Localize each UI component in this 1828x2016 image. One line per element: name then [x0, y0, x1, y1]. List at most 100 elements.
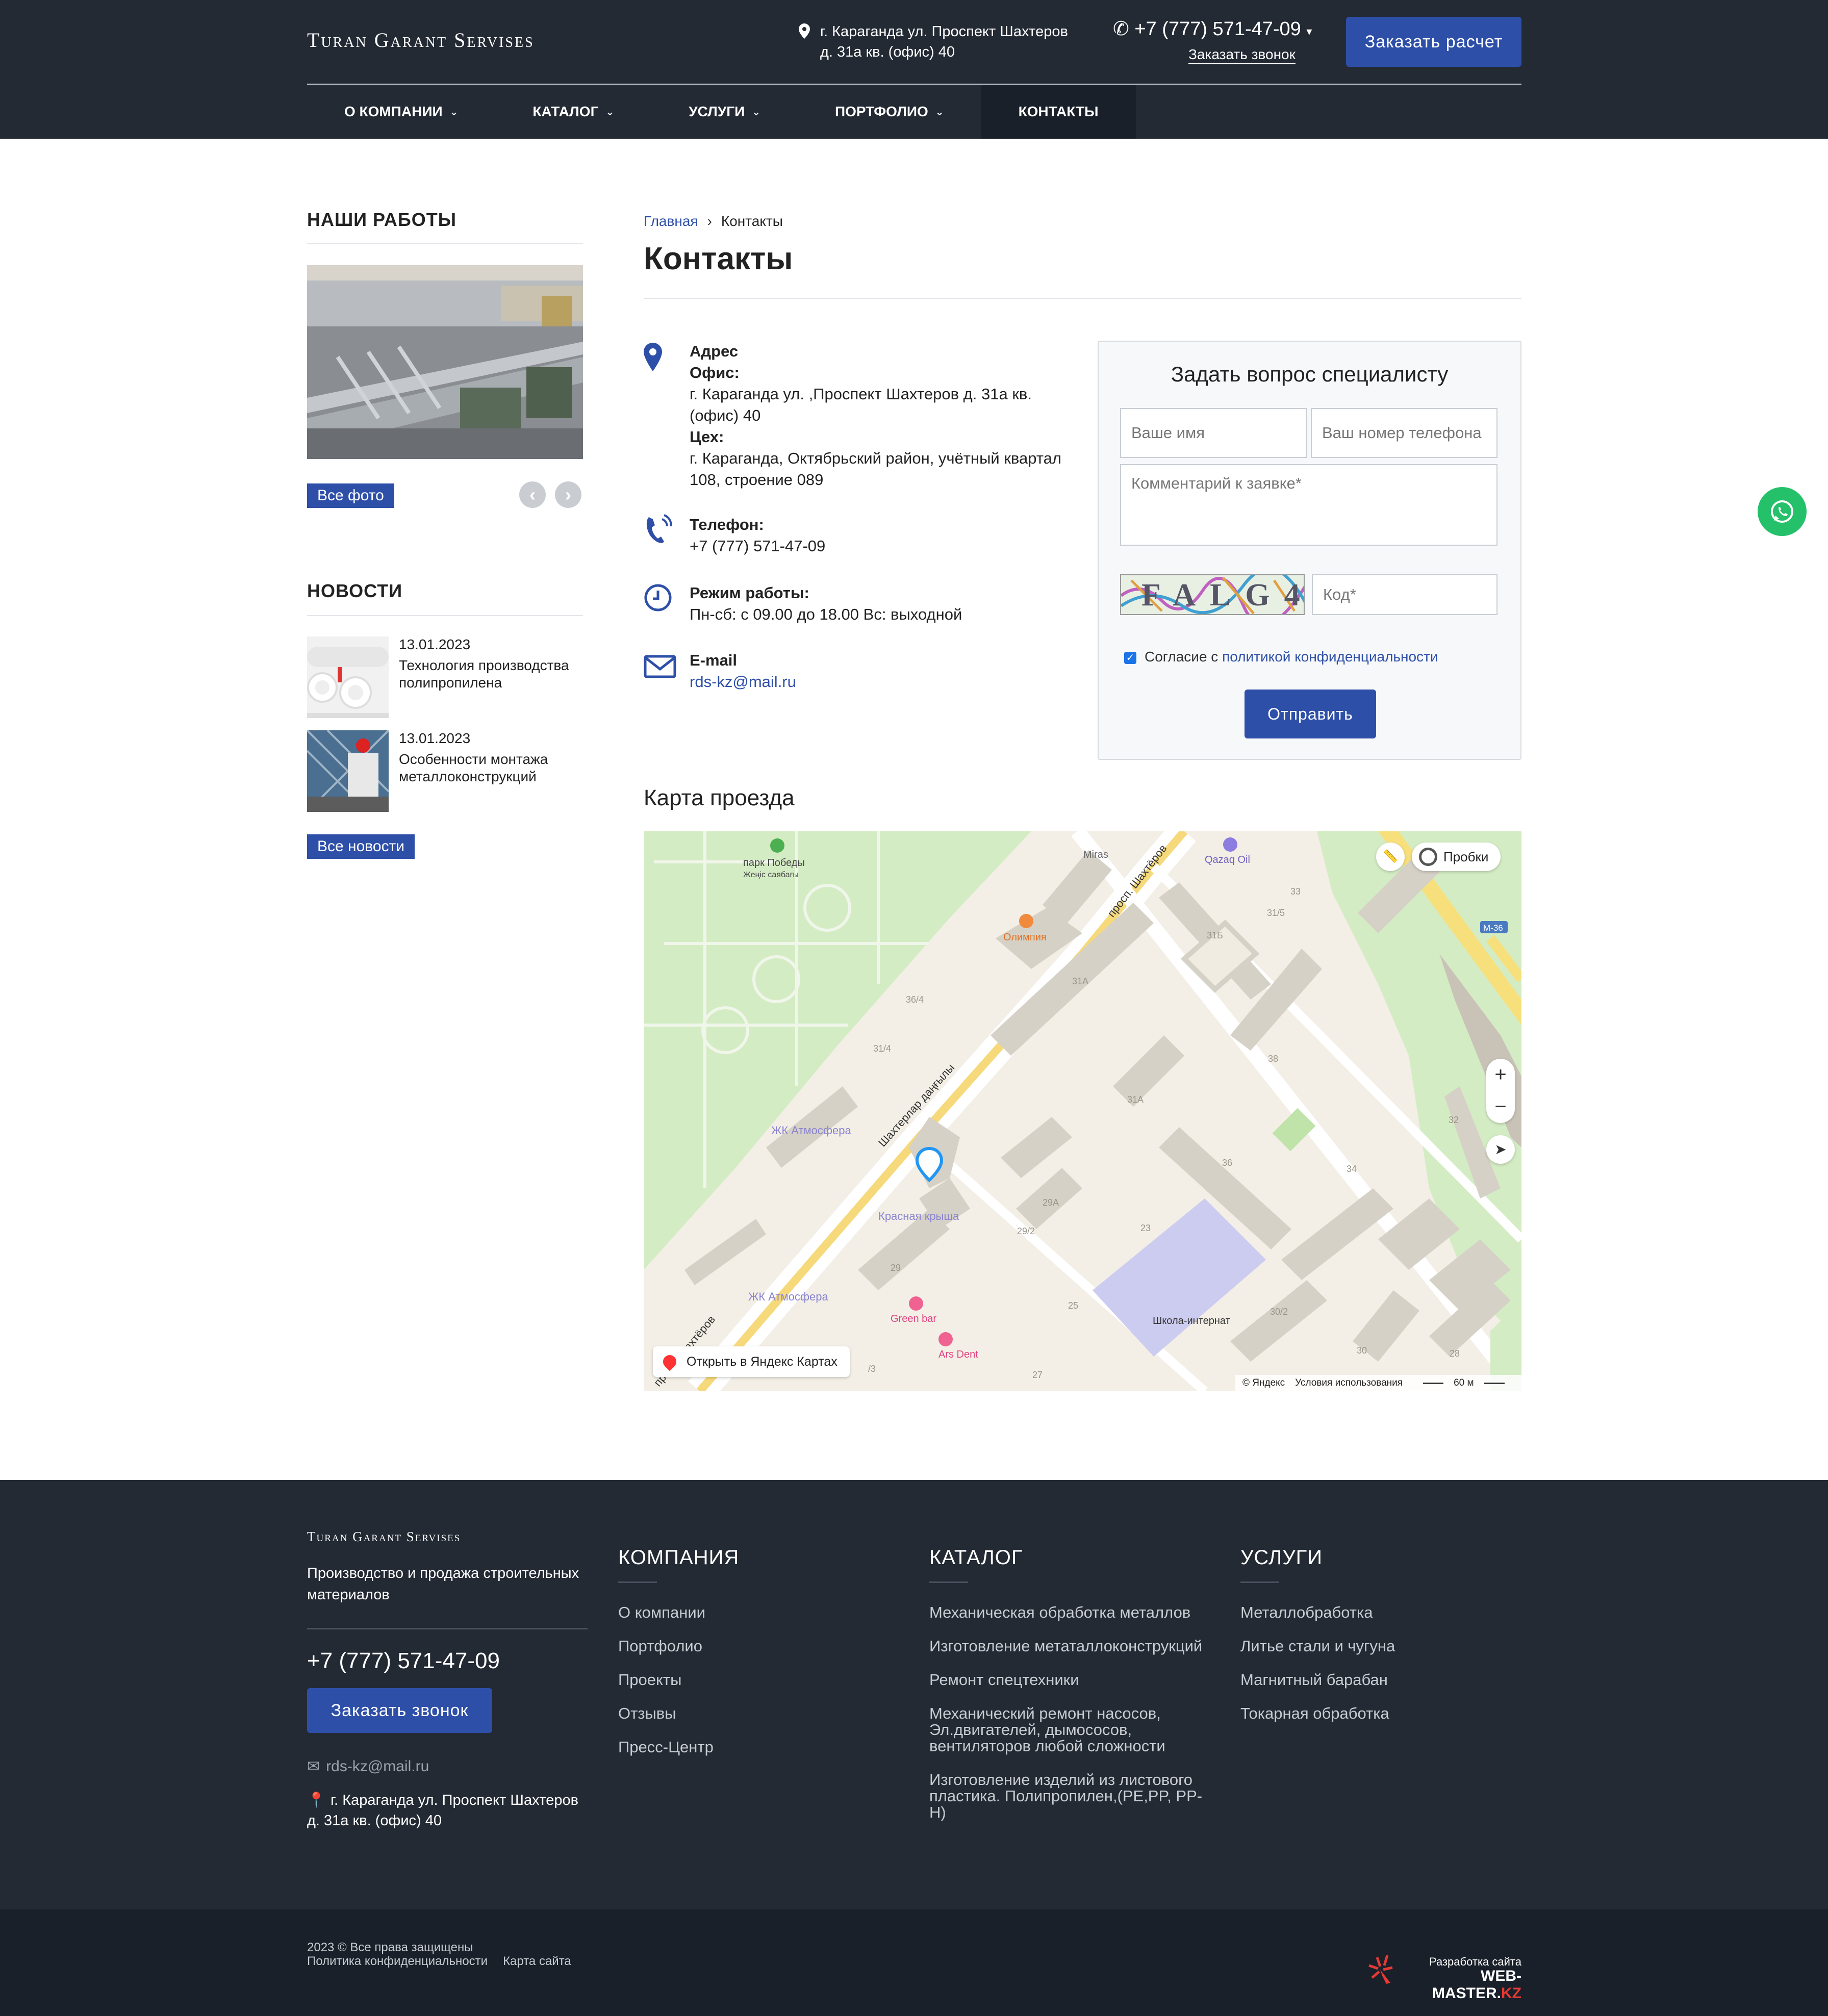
footer-logo[interactable]: Turan Garant Servises [307, 1529, 461, 1545]
privacy-link[interactable]: политикой конфиденциальности [1222, 649, 1438, 665]
privacy-policy-link[interactable]: Политика конфиденциальности [307, 1954, 488, 1968]
map-label: Олимпия [1003, 932, 1047, 943]
bottom-links: Политика конфиденциальности Карта сайта [307, 1954, 587, 1969]
footer-address: 📍 г. Караганда ул. Проспект Шахтеров д. 3… [307, 1792, 579, 1829]
footer-email[interactable]: ✉ rds-kz@mail.ru [307, 1757, 429, 1775]
consent-checkbox[interactable]: ✓ [1124, 651, 1136, 664]
open-yandex-button[interactable]: Открыть в Яндекс Картах [653, 1346, 850, 1377]
nav-catalog[interactable]: КАТАЛОГ ⌄ [495, 85, 651, 139]
map-pin-icon: 📍 [307, 1792, 326, 1808]
map-label: Ars Dent [938, 1349, 978, 1360]
svg-text:29/2: 29/2 [1017, 1226, 1035, 1236]
footer-link[interactable]: Отзывы [618, 1705, 739, 1722]
map-label: Красная крыша [878, 1210, 959, 1222]
prev-arrow-icon[interactable]: ‹ [519, 481, 546, 508]
breadcrumb-home[interactable]: Главная [644, 213, 698, 229]
site-header: Turan Garant Servises г. Караганда ул. П… [0, 0, 1828, 139]
svg-text:31А: 31А [1072, 976, 1088, 986]
envelope-icon: ✉ [307, 1758, 320, 1775]
chevron-right-icon: › [707, 213, 712, 229]
map-label: М-36 [1483, 923, 1503, 933]
captcha-code-input[interactable]: Код* [1312, 574, 1497, 615]
nav-services[interactable]: УСЛУГИ ⌄ [651, 85, 798, 139]
submit-button[interactable]: Отправить [1245, 690, 1376, 738]
web-master-logo-icon [1368, 1955, 1393, 1984]
contact-phone[interactable]: +7 (777) 571-47-09 [690, 535, 1077, 557]
footer-link[interactable]: Механический ремонт насосов, Эл.двигател… [929, 1705, 1215, 1754]
geolocation-icon[interactable]: ➤ [1486, 1135, 1515, 1164]
next-arrow-icon[interactable]: › [555, 481, 581, 508]
nav-about[interactable]: О КОМПАНИИ ⌄ [307, 85, 495, 139]
site-footer: Turan Garant Servises Производство и про… [0, 1480, 1828, 1909]
title-divider [644, 298, 1521, 299]
sitemap-link[interactable]: Карта сайта [503, 1954, 571, 1968]
svg-text:30: 30 [1357, 1345, 1367, 1356]
footer-link[interactable]: Проекты [618, 1672, 739, 1688]
footer-link[interactable]: Магнитный барабан [1240, 1672, 1395, 1688]
nav-portfolio[interactable]: ПОРТФОЛИО ⌄ [798, 85, 981, 139]
traffic-button[interactable]: Пробки [1412, 843, 1501, 871]
svg-text:30/2: 30/2 [1270, 1307, 1288, 1317]
news-thumb [307, 636, 389, 718]
zoom-out-icon[interactable]: − [1486, 1091, 1515, 1123]
yandex-map[interactable]: парк Победы Жеңіс саябағы Miras Qazaq Oi… [644, 831, 1521, 1391]
zoom-in-icon[interactable]: + [1486, 1059, 1515, 1091]
name-input[interactable]: Ваше имя [1120, 408, 1307, 458]
footer-link[interactable]: Изготовление метаталлоконструкций [929, 1638, 1215, 1654]
footer-link[interactable]: Изготовление изделий из листового пласти… [929, 1772, 1215, 1821]
footer-link[interactable]: О компании [618, 1604, 739, 1621]
all-news-button[interactable]: Все новости [307, 834, 415, 859]
map-title: Карта проезда [644, 785, 795, 810]
works-divider [307, 243, 583, 244]
footer-services-column: УСЛУГИ Металлобработка Литье стали и чуг… [1240, 1546, 1395, 1722]
footer-link[interactable]: Токарная обработка [1240, 1705, 1395, 1722]
footer-link[interactable]: Металлобработка [1240, 1604, 1395, 1621]
map-label: Green bar [891, 1313, 936, 1324]
clock-icon [644, 584, 672, 611]
whatsapp-button[interactable] [1758, 487, 1807, 536]
contact-email-link[interactable]: rds-kz@mail.ru [690, 671, 1077, 693]
footer-callback-button[interactable]: Заказать звонок [307, 1688, 492, 1733]
svg-text:32: 32 [1449, 1115, 1459, 1125]
footer-link[interactable]: Механическая обработка металлов [929, 1604, 1215, 1621]
nav-contacts[interactable]: КОНТАКТЫ [981, 85, 1136, 139]
map-label: парк Победы [743, 857, 805, 869]
site-logo[interactable]: Turan Garant Servises [307, 28, 535, 52]
developer-label: Разработка сайта [1429, 1955, 1521, 1968]
traffic-icon [1419, 848, 1437, 866]
footer-company-column: КОМПАНИЯ О компании Портфолио Проекты От… [618, 1546, 740, 1756]
map-label: Жеңіс саябағы [743, 871, 799, 879]
footer-phone[interactable]: +7 (777) 571-47-09 [307, 1648, 500, 1674]
zoom-controls: + − [1486, 1059, 1515, 1123]
news-title: НОВОСТИ [307, 580, 403, 601]
workshop-image [307, 265, 583, 459]
works-photo[interactable] [307, 265, 583, 459]
footer-link[interactable]: Пресс-Центр [618, 1739, 739, 1755]
chevron-down-icon: ⌄ [449, 106, 459, 118]
footer-link[interactable]: Литье стали и чугуна [1240, 1638, 1395, 1654]
header-callback-link[interactable]: Заказать звонок [1188, 46, 1296, 64]
svg-text:29: 29 [891, 1263, 901, 1273]
developer-link[interactable]: WEB-MASTER.KZ [1398, 1968, 1521, 2002]
breadcrumb: Главная › Контакты [644, 213, 783, 229]
header-phone[interactable]: ✆ +7 (777) 571-47-09 ▾ [1113, 17, 1312, 40]
news-item[interactable]: 13.01.2023 Технология производства полип… [307, 636, 583, 718]
phone-icon [646, 514, 672, 543]
footer-link[interactable]: Ремонт спецтехники [929, 1672, 1215, 1688]
copyright: 2023 © Все права защищены [307, 1941, 473, 1954]
page-title: Контакты [644, 241, 793, 276]
map-label: Miras [1083, 849, 1108, 860]
svg-text:28: 28 [1450, 1348, 1460, 1359]
hours-block: Режим работы: Пн-сб: с 09.00 до 18.00 Вс… [644, 582, 1077, 625]
ruler-icon[interactable]: 📏 [1376, 843, 1405, 871]
phone-input[interactable]: Ваш номер телефона [1311, 408, 1497, 458]
map-terms-link[interactable]: Условия использования [1295, 1377, 1403, 1389]
address-block: Адрес Офис: г. Караганда ул. ,Проспект Ш… [644, 341, 1077, 491]
whatsapp-icon [1771, 500, 1793, 523]
order-calc-button[interactable]: Заказать расчет [1346, 17, 1521, 67]
news-item[interactable]: 13.01.2023 Особенности монтажа металлоко… [307, 730, 583, 812]
comment-textarea[interactable]: Комментарий к заявке* [1120, 464, 1497, 546]
footer-tagline: Производство и продажа строительных мате… [307, 1565, 579, 1603]
all-photos-button[interactable]: Все фото [307, 483, 394, 508]
footer-link[interactable]: Портфолио [618, 1638, 739, 1654]
